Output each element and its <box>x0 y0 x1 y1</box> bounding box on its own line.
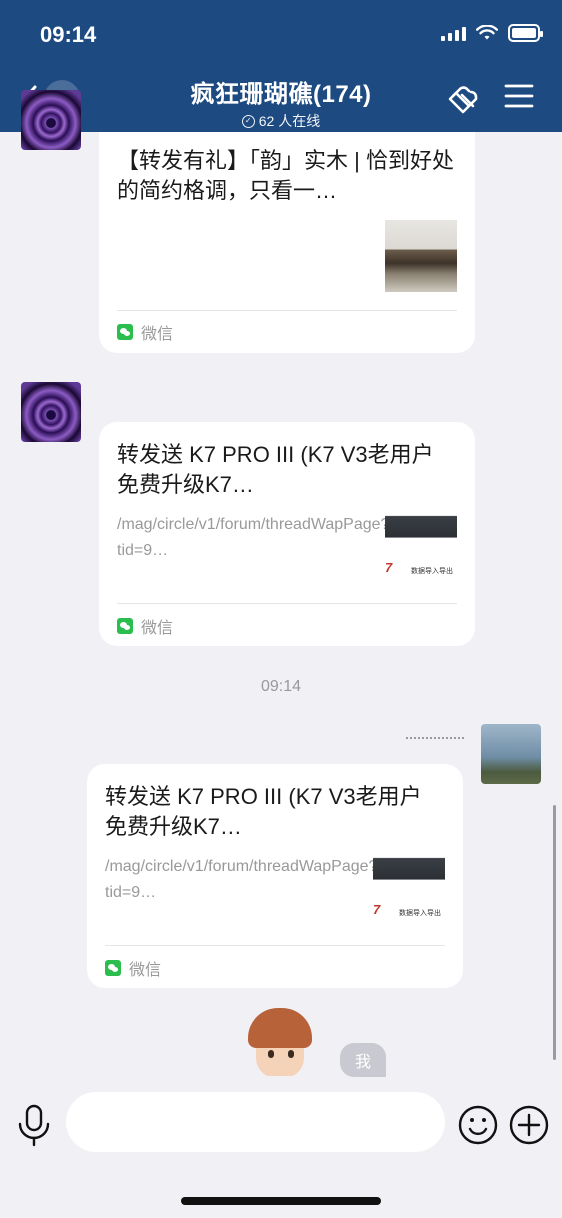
source-label: 微信 <box>141 620 174 637</box>
card-divider <box>117 310 457 311</box>
online-count: 62 人在线 <box>258 113 321 129</box>
card-thumbnail: 7 数据导入导出 <box>385 512 457 584</box>
sticker-image[interactable] <box>244 1008 316 1076</box>
source-label: 微信 <box>129 962 162 979</box>
link-card-message[interactable]: 【转发有礼】「韵」实木 | 恰到好处的简约格调，只看一… 微信 <box>99 132 475 353</box>
link-icon[interactable] <box>445 82 483 118</box>
battery-icon <box>508 24 543 42</box>
wifi-icon <box>476 25 498 40</box>
card-thumbnail: 7 数据导入导出 <box>373 854 445 926</box>
check-circle-icon: ✓ <box>241 114 255 128</box>
status-icons <box>441 24 543 42</box>
card-source: 微信 <box>105 956 161 980</box>
voice-button[interactable] <box>14 1102 54 1148</box>
thumb-caption: 数据导入导出 <box>411 568 453 575</box>
card-title: 【转发有礼】「韵」实木 | 恰到好处的简约格调，只看一… <box>117 148 454 203</box>
plus-button[interactable] <box>509 1105 549 1145</box>
wechat-icon <box>105 960 121 976</box>
sending-indicator <box>406 737 464 740</box>
my-avatar[interactable] <box>481 724 541 784</box>
card-source: 微信 <box>117 320 173 344</box>
link-card-message[interactable]: 转发送 K7 PRO III (K7 V3老用户免费升级K7… /mag/cir… <box>87 764 463 988</box>
emoji-button[interactable] <box>458 1105 498 1145</box>
signal-icon <box>441 25 466 41</box>
thumb-caption: 数据导入导出 <box>399 910 441 917</box>
scrollbar[interactable] <box>553 805 556 1060</box>
card-divider <box>117 603 457 604</box>
card-thumbnail <box>385 220 457 292</box>
link-card-message[interactable]: 转发送 K7 PRO III (K7 V3老用户免费升级K7… /mag/cir… <box>99 422 475 646</box>
sender-avatar[interactable] <box>21 90 81 150</box>
wechat-icon <box>117 324 133 340</box>
card-divider <box>105 945 445 946</box>
card-source: 微信 <box>117 614 173 638</box>
message-input[interactable] <box>66 1092 445 1152</box>
sender-avatar[interactable] <box>21 382 81 442</box>
card-title: 转发送 K7 PRO III (K7 V3老用户免费升级K7… <box>117 442 434 497</box>
sticker-label: 我 <box>340 1043 386 1077</box>
chat-header: 09:14 4 疯狂珊瑚礁(174) ✓ 62 人在线 <box>0 0 562 132</box>
thumb-logo-text: 7 <box>385 560 393 575</box>
menu-icon[interactable] <box>504 82 534 110</box>
card-title: 转发送 K7 PRO III (K7 V3老用户免费升级K7… <box>105 784 422 839</box>
card-url: /mag/circle/v1/forum/threadWapPage?tid=9… <box>117 516 390 559</box>
wechat-icon <box>117 618 133 634</box>
message-timestamp: 09:14 <box>260 678 302 695</box>
source-label: 微信 <box>141 326 174 343</box>
home-indicator[interactable] <box>181 1197 381 1205</box>
card-url: /mag/circle/v1/forum/threadWapPage?tid=9… <box>105 858 378 901</box>
status-time: 09:14 <box>40 22 97 47</box>
thumb-logo-text: 7 <box>373 902 381 917</box>
